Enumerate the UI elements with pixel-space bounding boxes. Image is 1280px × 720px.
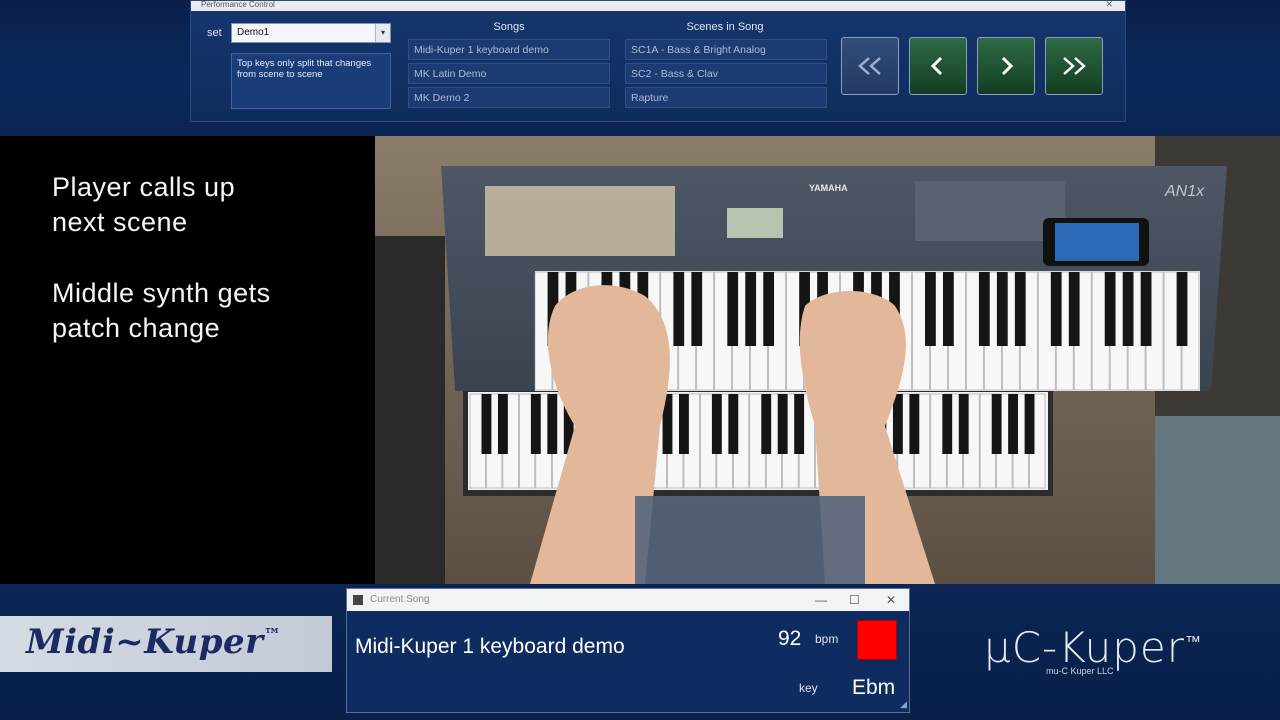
resize-grip-icon[interactable]: ◢ bbox=[900, 699, 907, 710]
black-key bbox=[727, 272, 739, 346]
close-icon[interactable]: ✕ bbox=[886, 589, 896, 611]
song-list-item[interactable]: MK Demo 2 bbox=[408, 87, 610, 108]
video-frame: YAMAHA AN1x bbox=[375, 136, 1280, 584]
bpm-label: bpm bbox=[815, 632, 839, 646]
black-key bbox=[942, 394, 953, 454]
set-dropdown[interactable]: Demo1 ▾ bbox=[231, 23, 391, 43]
set-dropdown-value: Demo1 bbox=[237, 27, 270, 38]
midi-kuper-logo-text: Midi~Kuper™ bbox=[26, 622, 282, 662]
black-key bbox=[481, 394, 492, 454]
top-band: Performance Control ✕ set Demo1 ▾ Top ke… bbox=[0, 0, 1280, 136]
scene-list-item[interactable]: SC1A - Bass & Bright Analog bbox=[625, 39, 827, 60]
maximize-icon[interactable]: ☐ bbox=[849, 589, 860, 611]
black-key bbox=[691, 272, 703, 346]
first-scene-button[interactable] bbox=[841, 37, 899, 95]
black-key bbox=[728, 394, 739, 454]
black-key bbox=[958, 394, 969, 454]
black-key bbox=[991, 394, 1002, 454]
black-key bbox=[761, 394, 772, 454]
lower-keyboard-keys bbox=[469, 393, 1046, 489]
performance-window-titlebar: Performance Control ✕ bbox=[191, 0, 1125, 11]
black-key bbox=[1068, 272, 1080, 346]
scenes-header: Scenes in Song bbox=[686, 21, 764, 33]
synth-model-label: AN1x bbox=[1164, 183, 1205, 200]
black-key bbox=[1050, 272, 1062, 346]
caption-line: Player calls up bbox=[52, 172, 236, 202]
black-key bbox=[1122, 272, 1134, 346]
scene-list-item[interactable]: SC2 - Bass & Clav bbox=[625, 63, 827, 84]
double-chevron-left-icon bbox=[858, 57, 881, 75]
caption-line: patch change bbox=[52, 313, 221, 343]
caption-panel: Player calls up next scene Middle synth … bbox=[0, 136, 375, 584]
black-key bbox=[925, 272, 936, 346]
black-key bbox=[530, 394, 541, 454]
close-icon[interactable]: ✕ bbox=[1105, 0, 1113, 9]
black-key bbox=[777, 394, 788, 454]
black-key bbox=[942, 272, 954, 346]
beat-indicator bbox=[857, 620, 897, 660]
black-key bbox=[909, 394, 920, 454]
black-key bbox=[547, 394, 558, 454]
last-scene-button[interactable] bbox=[1045, 37, 1103, 95]
current-song-titlebar: Current Song — ☐ ✕ bbox=[347, 589, 909, 611]
black-key bbox=[1176, 272, 1188, 346]
caption-line: Middle synth gets bbox=[52, 278, 271, 308]
window-app-icon bbox=[353, 595, 363, 605]
uc-kuper-company-name: mu-C Kuper LLC bbox=[1046, 666, 1114, 676]
chevron-right-icon bbox=[1001, 56, 1014, 76]
previous-scene-button[interactable] bbox=[909, 37, 967, 95]
current-song-window-title: Current Song bbox=[370, 594, 430, 605]
synth-brand-label: YAMAHA bbox=[809, 183, 848, 193]
black-key bbox=[1140, 272, 1152, 346]
black-key bbox=[763, 272, 775, 346]
uc-kuper-logo: μC-Kuper™ mu-C Kuper LLC bbox=[984, 620, 1203, 677]
black-key bbox=[711, 394, 722, 454]
bpm-value: 92 bbox=[778, 627, 802, 650]
double-chevron-right-icon bbox=[1063, 57, 1086, 75]
song-list-item[interactable]: Midi-Kuper 1 keyboard demo bbox=[408, 39, 610, 60]
black-key bbox=[1104, 272, 1116, 346]
black-key bbox=[794, 394, 805, 454]
set-notes-textarea[interactable]: Top keys only split that changes from sc… bbox=[231, 53, 391, 109]
song-list-item[interactable]: MK Latin Demo bbox=[408, 63, 610, 84]
current-song-name: Midi-Kuper 1 keyboard demo bbox=[355, 635, 625, 658]
black-key bbox=[892, 394, 903, 454]
performance-window-title: Performance Control bbox=[201, 0, 275, 9]
set-label: set bbox=[207, 27, 222, 39]
chevron-down-icon[interactable]: ▾ bbox=[375, 24, 390, 42]
songs-header: Songs bbox=[493, 21, 525, 33]
chevron-left-icon bbox=[930, 56, 943, 76]
current-song-window: Current Song — ☐ ✕ Midi-Kuper 1 keyboard… bbox=[346, 588, 910, 713]
midi-kuper-logo: Midi~Kuper™ bbox=[0, 616, 332, 672]
black-key bbox=[497, 394, 508, 454]
black-key bbox=[1014, 272, 1026, 346]
black-key bbox=[679, 394, 689, 454]
scene-list-item[interactable]: Rapture bbox=[625, 87, 827, 108]
black-key bbox=[996, 272, 1008, 346]
black-key bbox=[745, 272, 757, 346]
keyboard-video-image: YAMAHA AN1x bbox=[375, 136, 1280, 584]
next-scene-button[interactable] bbox=[977, 37, 1035, 95]
black-key bbox=[673, 272, 685, 346]
key-value: Ebm bbox=[852, 676, 896, 699]
uc-kuper-logo-text: μC-Kuper™ bbox=[984, 623, 1203, 672]
black-key bbox=[1024, 394, 1035, 454]
performance-window: Performance Control ✕ set Demo1 ▾ Top ke… bbox=[190, 0, 1126, 122]
caption-line: next scene bbox=[52, 207, 188, 237]
minimize-icon[interactable]: — bbox=[815, 589, 827, 611]
black-key bbox=[978, 272, 990, 346]
key-label: key bbox=[799, 681, 818, 695]
black-key bbox=[1008, 394, 1019, 454]
